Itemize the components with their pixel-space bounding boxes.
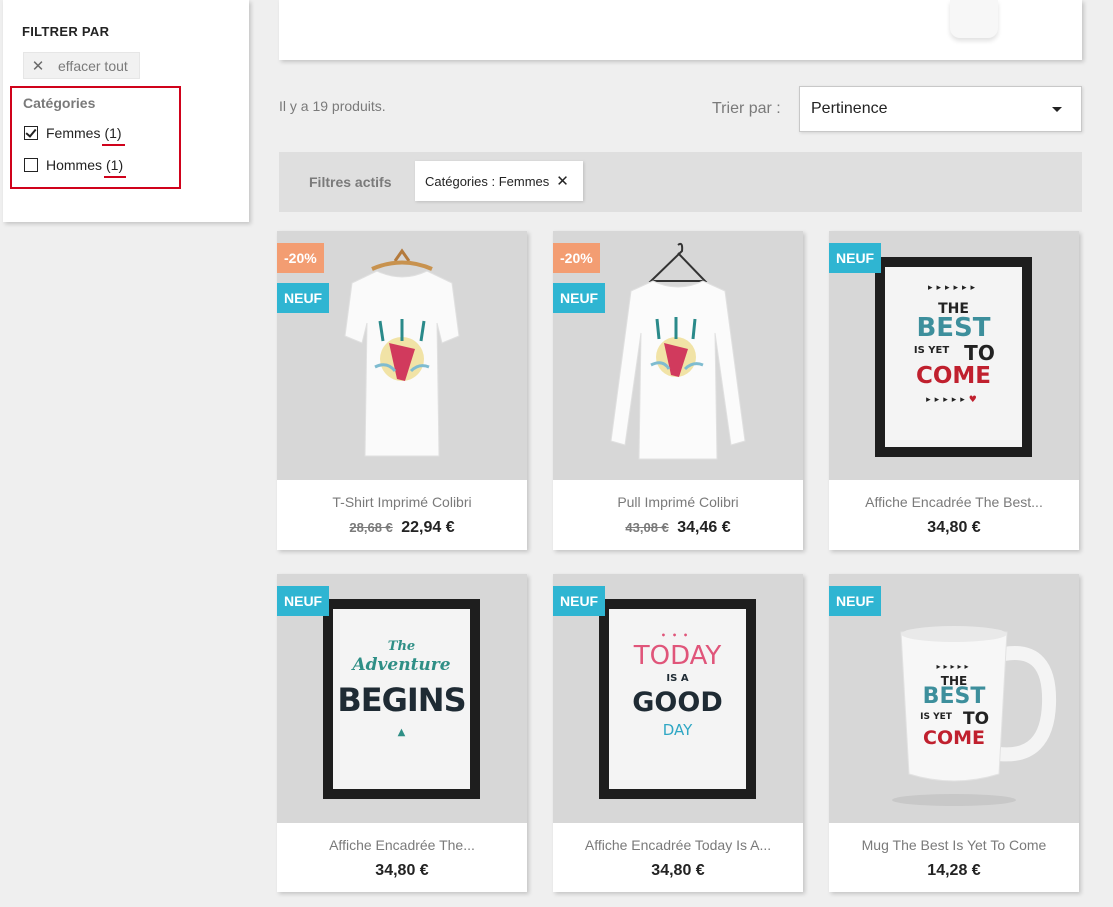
tshirt-image bbox=[950, 0, 998, 38]
active-filter-chip[interactable]: Catégories : Femmes ✕ bbox=[415, 161, 583, 201]
product-name[interactable]: Affiche Encadrée The Best... bbox=[829, 494, 1079, 510]
new-badge: NEUF bbox=[553, 586, 606, 616]
new-badge: NEUF bbox=[277, 283, 330, 313]
product-card[interactable]: ••• TODAY IS A GOOD DAY NEUF Affiche Enc… bbox=[553, 574, 803, 892]
filter-title: FILTRER PAR bbox=[22, 24, 110, 39]
poster-text: GOOD bbox=[632, 687, 723, 718]
mug-text: COME bbox=[923, 727, 985, 749]
product-card[interactable]: -20% NEUF Pull Imprimé Colibri 43,08 € 3… bbox=[553, 231, 803, 550]
clear-all-label: effacer tout bbox=[58, 57, 128, 74]
sort-label: Trier par : bbox=[712, 100, 781, 117]
checkbox-unchecked-icon[interactable] bbox=[24, 158, 38, 172]
poster-text: IS A bbox=[666, 673, 689, 684]
poster-frame: ••• TODAY IS A GOOD DAY bbox=[599, 599, 756, 799]
categories-facet: Catégories Femmes (1) Hommes (1) bbox=[10, 86, 181, 189]
category-label: Femmes bbox=[46, 125, 101, 141]
product-image[interactable]: ••• TODAY IS A GOOD DAY NEUF bbox=[553, 574, 803, 823]
old-price: 43,08 € bbox=[625, 520, 669, 535]
active-filters-bar: Filtres actifs Catégories : Femmes ✕ bbox=[279, 152, 1082, 212]
poster-text: The bbox=[387, 639, 416, 654]
product-name[interactable]: T-Shirt Imprimé Colibri bbox=[277, 494, 527, 510]
poster-frame: ▸▸▸▸▸▸ THE BEST IS YET TO COME ▸▸▸▸▸♥ bbox=[875, 257, 1032, 457]
poster-text: BEST bbox=[916, 313, 991, 343]
sort-value: Pertinence bbox=[811, 100, 888, 117]
mug-text: BEST bbox=[922, 684, 986, 709]
product-price: 43,08 € 34,46 € bbox=[553, 519, 803, 537]
product-image[interactable]: ▸▸▸▸▸ THE BEST IS YET TO COME NEUF bbox=[829, 574, 1079, 823]
discount-badge: -20% bbox=[277, 243, 324, 273]
product-name[interactable]: Affiche Encadrée The... bbox=[277, 837, 527, 853]
mug-text: TO bbox=[962, 709, 990, 729]
category-count: (1) bbox=[102, 125, 125, 146]
product-image[interactable]: The Adventure BEGINS ▲ NEUF bbox=[277, 574, 527, 823]
product-card[interactable]: ▸▸▸▸▸▸ THE BEST IS YET TO COME ▸▸▸▸▸♥ NE… bbox=[829, 231, 1079, 550]
product-image[interactable]: -20% NEUF bbox=[277, 231, 527, 480]
product-count: Il y a 19 produits. bbox=[279, 98, 386, 114]
product-price: 34,80 € bbox=[277, 862, 527, 880]
active-filters-label: Filtres actifs bbox=[309, 174, 392, 190]
product-name[interactable]: Affiche Encadrée Today Is A... bbox=[553, 837, 803, 853]
product-name[interactable]: Pull Imprimé Colibri bbox=[553, 494, 803, 510]
current-price: 22,94 € bbox=[401, 519, 455, 536]
current-price: 34,46 € bbox=[677, 519, 731, 536]
current-price: 34,80 € bbox=[927, 519, 981, 536]
caret-down-icon bbox=[1052, 107, 1062, 112]
product-card[interactable]: The Adventure BEGINS ▲ NEUF Affiche Enca… bbox=[277, 574, 527, 892]
product-price: 28,68 € 22,94 € bbox=[277, 519, 527, 537]
current-price: 14,28 € bbox=[927, 862, 981, 879]
active-filter-label: Catégories : Femmes bbox=[425, 173, 550, 189]
product-cover-card bbox=[279, 0, 1082, 60]
clear-all-button[interactable]: ✕ effacer tout bbox=[23, 52, 140, 79]
category-count: (1) bbox=[104, 157, 127, 178]
current-price: 34,80 € bbox=[375, 862, 429, 879]
current-price: 34,80 € bbox=[651, 862, 705, 879]
product-image[interactable]: ▸▸▸▸▸▸ THE BEST IS YET TO COME ▸▸▸▸▸♥ NE… bbox=[829, 231, 1079, 480]
close-icon: ✕ bbox=[31, 57, 45, 75]
new-badge: NEUF bbox=[277, 586, 330, 616]
poster-text: COME bbox=[915, 363, 992, 389]
categories-title: Catégories bbox=[23, 95, 96, 111]
product-card[interactable]: ▸▸▸▸▸ THE BEST IS YET TO COME NEUF Mug T… bbox=[829, 574, 1079, 892]
product-price: 34,80 € bbox=[829, 519, 1079, 537]
sort-dropdown[interactable]: Pertinence bbox=[799, 86, 1082, 132]
product-price: 34,80 € bbox=[553, 862, 803, 880]
product-image[interactable]: -20% NEUF bbox=[553, 231, 803, 480]
new-badge: NEUF bbox=[829, 243, 882, 273]
product-price: 14,28 € bbox=[829, 862, 1079, 880]
close-icon[interactable]: ✕ bbox=[556, 172, 569, 190]
poster-text: DAY bbox=[662, 721, 693, 739]
poster-text: TODAY bbox=[633, 641, 722, 671]
checkbox-checked-icon[interactable] bbox=[24, 126, 38, 140]
poster-text: BEGINS bbox=[337, 681, 466, 719]
new-badge: NEUF bbox=[829, 586, 882, 616]
filter-sidebar: FILTRER PAR ✕ effacer tout Catégories Fe… bbox=[3, 0, 249, 222]
new-badge: NEUF bbox=[553, 283, 606, 313]
poster-text: Adventure bbox=[352, 655, 451, 675]
old-price: 28,68 € bbox=[349, 520, 393, 535]
product-card[interactable]: -20% NEUF T-Shirt Imprimé Colibri 28,68 … bbox=[277, 231, 527, 550]
category-label: Hommes bbox=[46, 157, 103, 173]
category-filter-hommes[interactable]: Hommes (1) bbox=[24, 157, 127, 178]
poster-text: TO bbox=[964, 341, 995, 365]
poster-frame: The Adventure BEGINS ▲ bbox=[323, 599, 480, 799]
discount-badge: -20% bbox=[553, 243, 600, 273]
category-filter-femmes[interactable]: Femmes (1) bbox=[24, 125, 125, 146]
product-name[interactable]: Mug The Best Is Yet To Come bbox=[829, 837, 1079, 853]
